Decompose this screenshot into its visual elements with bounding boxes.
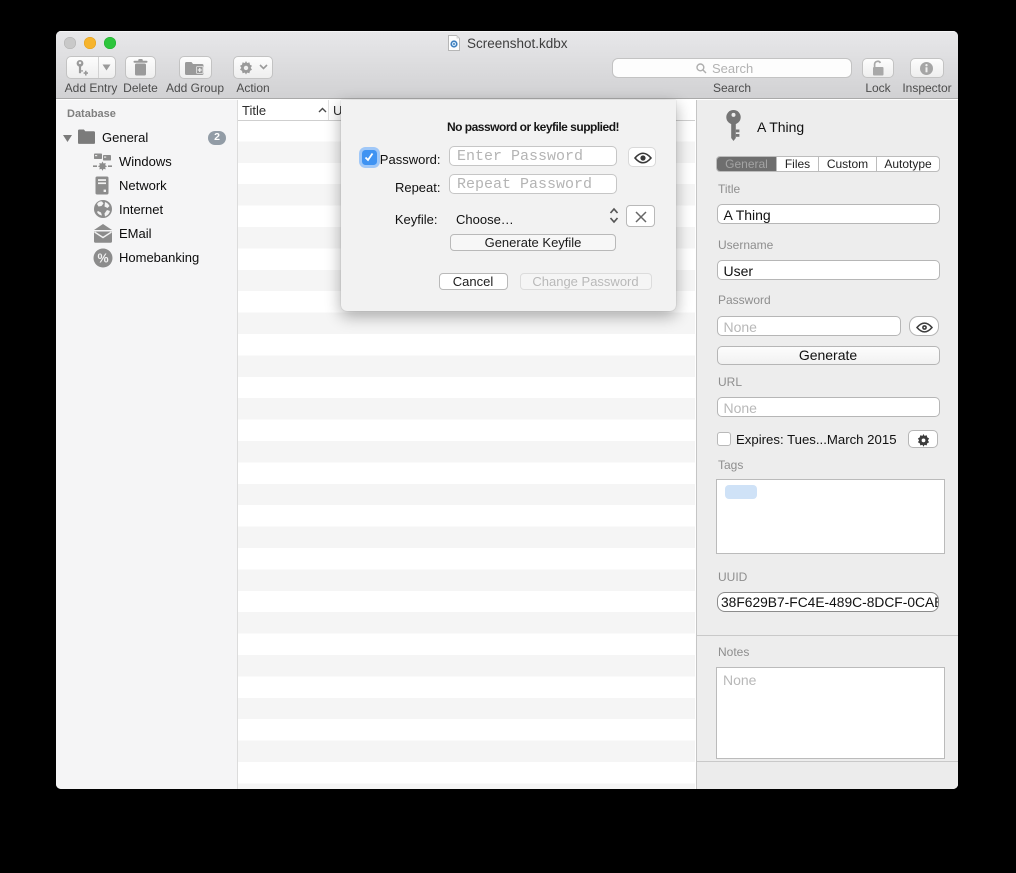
svg-text:%: %: [97, 251, 108, 265]
